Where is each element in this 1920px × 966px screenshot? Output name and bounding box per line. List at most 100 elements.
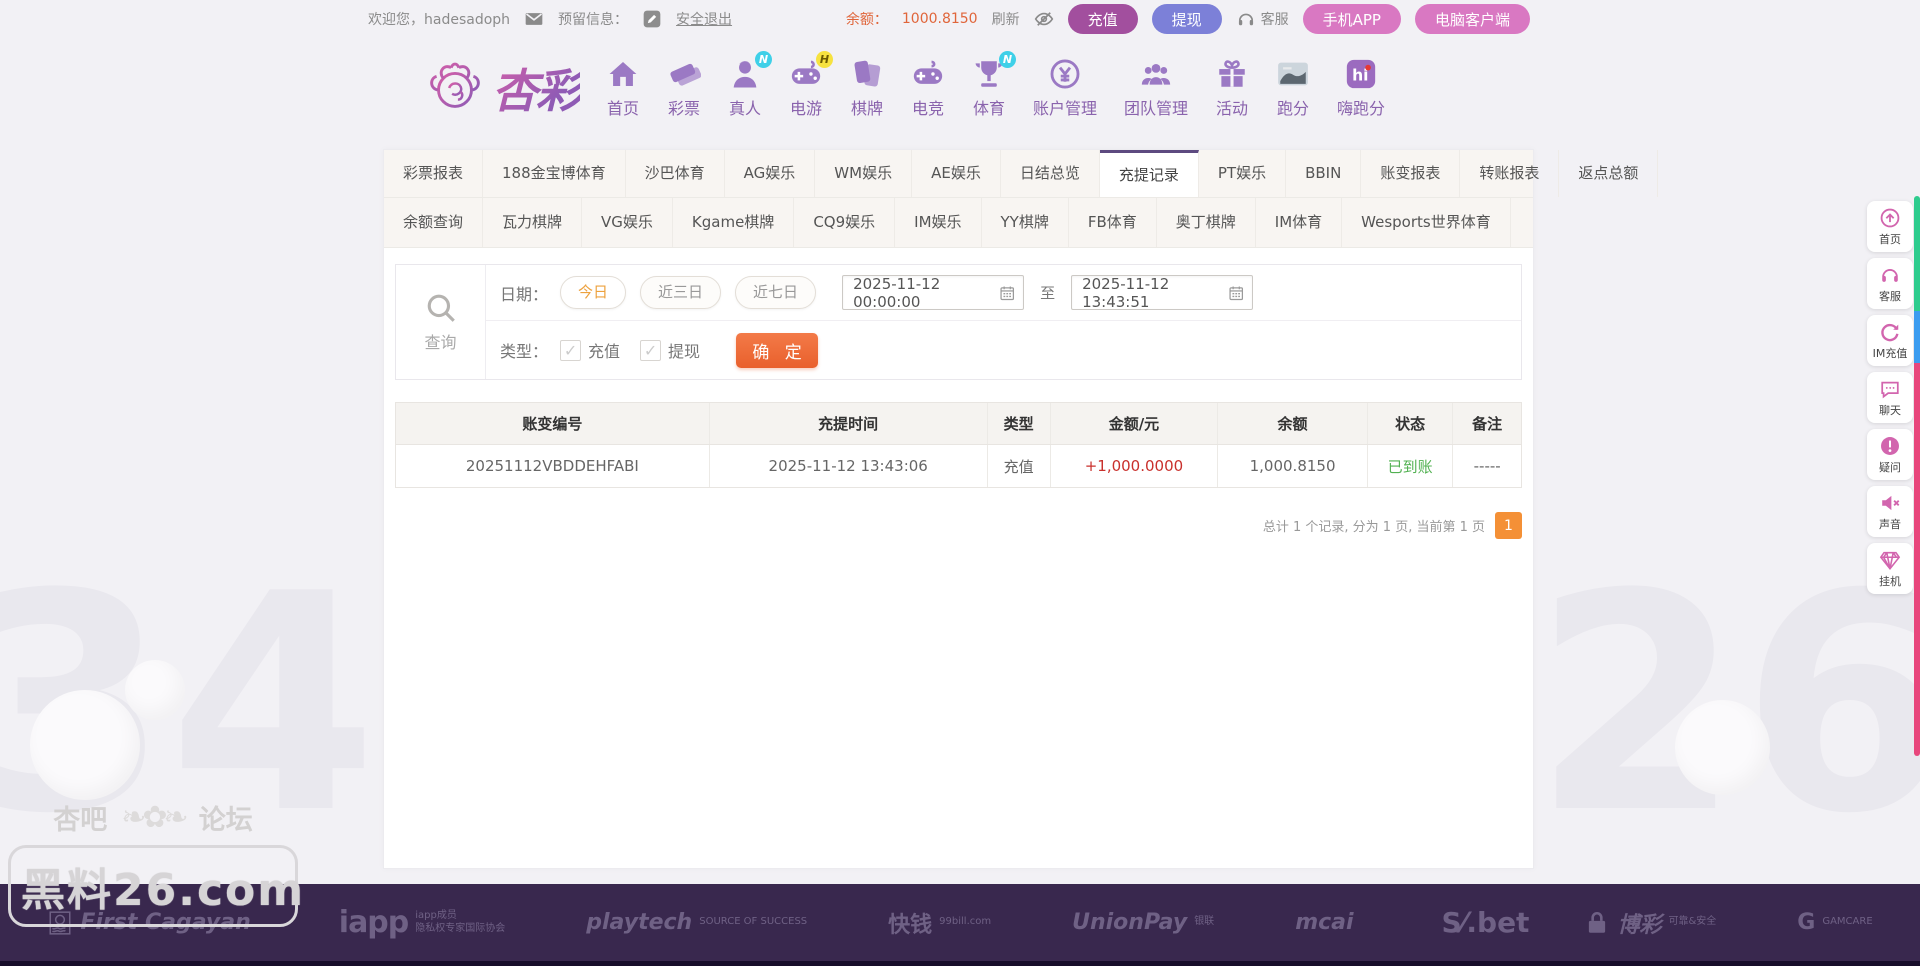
sidebar-item[interactable]: 首页: [1867, 201, 1913, 252]
nav-item-label: 电竞: [912, 95, 944, 119]
nav-item[interactable]: 首页: [606, 57, 640, 119]
sidebar-item[interactable]: 疑问: [1867, 429, 1913, 480]
quick-range-pill[interactable]: 近三日: [640, 276, 721, 309]
partner-logo: UnionPay 银联: [1039, 910, 1214, 936]
nav-item-icon: hi: [1344, 57, 1378, 91]
nav-item-label: 团队管理: [1124, 95, 1188, 119]
type-checkbox-option[interactable]: 提现: [640, 338, 700, 362]
report-tab[interactable]: 转账报表: [1460, 150, 1559, 197]
sidebar-item[interactable]: IM充值: [1867, 315, 1913, 366]
nav-item-label: 真人: [729, 95, 761, 119]
nav-item-label: 嗨跑分: [1337, 95, 1385, 119]
cell-amount: +1,000.0000: [1050, 445, 1218, 487]
site-logo[interactable]: 杏彩: [424, 55, 580, 121]
page-1-button[interactable]: 1: [1495, 512, 1522, 539]
scrollbar-segment-pink: [1914, 363, 1920, 756]
sidebar-item-label: 首页: [1879, 231, 1901, 247]
customer-service-link[interactable]: 客服: [1236, 9, 1289, 29]
report-tab[interactable]: YY棋牌: [982, 198, 1069, 247]
report-tab[interactable]: BBIN: [1286, 150, 1361, 197]
report-tab[interactable]: PT娱乐: [1199, 150, 1286, 197]
report-tab[interactable]: 瓦力棋牌: [483, 198, 582, 247]
report-tab[interactable]: AE娱乐: [912, 150, 1001, 197]
nav-item[interactable]: 棋牌: [850, 57, 884, 119]
partner-logo-subtext: 99bill.com: [939, 916, 991, 929]
report-tab[interactable]: 奥丁棋牌: [1157, 198, 1256, 247]
nav-item-icon: [667, 57, 701, 91]
quick-range-pill[interactable]: 近七日: [735, 276, 816, 309]
nav-item[interactable]: N 体育: [972, 57, 1006, 119]
logo-flower-icon: [424, 57, 486, 119]
hide-balance-eye-icon[interactable]: [1034, 9, 1054, 29]
scrollbar[interactable]: [1914, 196, 1920, 756]
message-envelope-icon[interactable]: [524, 9, 544, 29]
sidebar-item[interactable]: 挂机: [1867, 543, 1913, 594]
report-tabs-row2: 余额查询 瓦力棋牌 VG娱乐 Kgame棋牌 CQ9娱乐 IM娱乐 YY棋牌 F…: [384, 198, 1533, 248]
report-tab[interactable]: 返点总额: [1559, 150, 1658, 197]
partner-logo-icon: [1039, 910, 1065, 936]
nav-item[interactable]: 团队管理: [1124, 57, 1188, 119]
records-table: 账变编号 充提时间 类型 金额/元 余额 状态 备注 20251112VBDDE…: [395, 402, 1522, 488]
report-tab[interactable]: VG娱乐: [582, 198, 673, 247]
partner-logo-subtext: GAMCARE: [1822, 916, 1872, 929]
mobile-app-button[interactable]: 手机APP: [1303, 4, 1401, 34]
date-to-input[interactable]: 2025-11-12 13:43:51: [1071, 275, 1253, 310]
report-tab[interactable]: WM娱乐: [815, 150, 912, 197]
type-checkbox-option[interactable]: 充值: [560, 338, 620, 362]
report-tab[interactable]: 日结总览: [1001, 150, 1100, 197]
report-tab[interactable]: 沙巴体育: [626, 150, 725, 197]
withdraw-button[interactable]: 提现: [1152, 4, 1222, 34]
sidebar-item[interactable]: 聊天: [1867, 372, 1913, 423]
report-tab[interactable]: 188金宝博体育: [483, 150, 626, 197]
column-header: 余额: [1217, 403, 1367, 444]
report-tab[interactable]: AG娱乐: [725, 150, 816, 197]
date-from-input[interactable]: 2025-11-12 00:00:00: [842, 275, 1024, 310]
sidebar-item-label: 客服: [1879, 288, 1901, 304]
report-tab[interactable]: IM娱乐: [895, 198, 981, 247]
checkbox-icon[interactable]: [640, 340, 661, 361]
nav-item[interactable]: N 真人: [728, 57, 762, 119]
report-tab[interactable]: Wesports世界体育: [1342, 198, 1511, 247]
report-tab[interactable]: IM体育: [1256, 198, 1342, 247]
report-tab[interactable]: CQ9娱乐: [794, 198, 895, 247]
report-tab[interactable]: 余额查询: [384, 198, 483, 247]
date-from-value: 2025-11-12 00:00:00: [853, 275, 999, 311]
checkbox-label: 提现: [668, 338, 700, 362]
quick-range-pill[interactable]: 今日: [560, 276, 626, 309]
calendar-icon[interactable]: [1228, 284, 1244, 302]
sidebar-item-icon: [1879, 321, 1901, 343]
customer-service-label: 客服: [1261, 9, 1289, 29]
floating-sidebar: 首页 客服 IM充值 聊天 疑问 声音 挂机: [1867, 201, 1913, 594]
column-header: 状态: [1367, 403, 1453, 444]
sidebar-item[interactable]: 声音: [1867, 486, 1913, 537]
nav-item[interactable]: 跑分: [1276, 57, 1310, 119]
partner-logo-text: iapp: [339, 905, 408, 940]
report-tab[interactable]: 彩票报表: [384, 150, 483, 197]
logout-link[interactable]: 安全退出: [676, 9, 732, 29]
nav-item[interactable]: hi 嗨跑分: [1337, 57, 1385, 119]
nav-item[interactable]: 电竞: [911, 57, 945, 119]
nav-item[interactable]: 账户管理: [1033, 57, 1097, 119]
nav-item[interactable]: 彩票: [667, 57, 701, 119]
sidebar-item[interactable]: 客服: [1867, 258, 1913, 309]
report-tab[interactable]: 账变报表: [1361, 150, 1460, 197]
nav-item[interactable]: 活动: [1215, 57, 1249, 119]
pc-client-button[interactable]: 电脑客户端: [1415, 4, 1530, 34]
nav-item-label: 电游: [790, 95, 822, 119]
checkbox-icon[interactable]: [560, 340, 581, 361]
calendar-icon[interactable]: [999, 284, 1015, 302]
column-header: 备注: [1452, 403, 1521, 444]
pagination: 总计 1 个记录, 分为 1 页, 当前第 1 页 1: [384, 512, 1522, 539]
column-header: 充提时间: [709, 403, 987, 444]
report-tab[interactable]: Kgame棋牌: [673, 198, 794, 247]
nav-item-label: 跑分: [1277, 95, 1309, 119]
refresh-balance-button[interactable]: 刷新: [992, 9, 1020, 29]
deposit-button[interactable]: 充值: [1068, 4, 1138, 34]
partner-logo-icon: [1764, 910, 1790, 936]
confirm-button[interactable]: 确 定: [736, 333, 818, 368]
report-tab[interactable]: 充提记录: [1100, 150, 1199, 197]
nav-item[interactable]: H 电游: [789, 57, 823, 119]
edit-pencil-icon[interactable]: [642, 9, 662, 29]
sidebar-item-label: 挂机: [1879, 573, 1901, 589]
report-tab[interactable]: FB体育: [1069, 198, 1157, 247]
